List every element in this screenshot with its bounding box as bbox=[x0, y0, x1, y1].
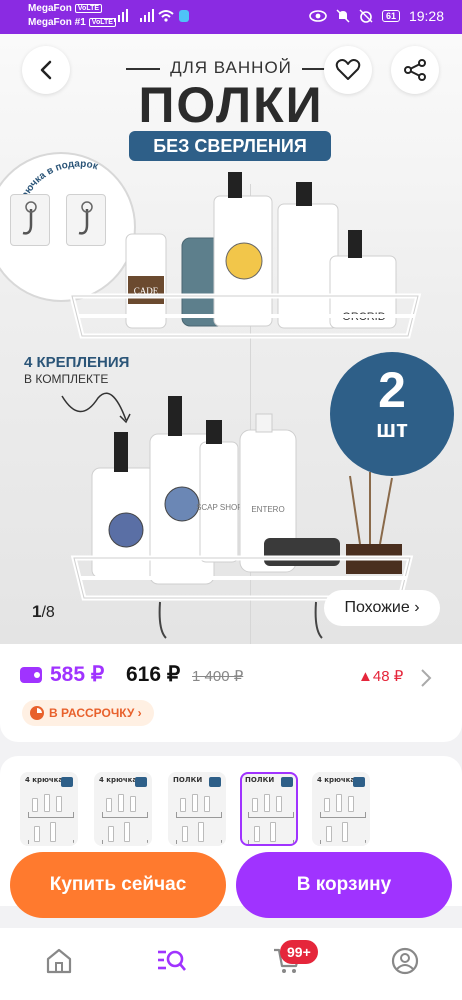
share-button[interactable] bbox=[391, 46, 439, 94]
thumbnail[interactable]: 4 крючка bbox=[94, 772, 152, 846]
promo-title: ПОЛКИ bbox=[138, 77, 324, 133]
status-right: 61 19:28 bbox=[309, 8, 444, 24]
add-to-cart-button[interactable]: В корзину bbox=[236, 852, 452, 918]
notification-icon bbox=[179, 10, 189, 22]
old-price: 1 400 ₽ bbox=[192, 668, 244, 685]
price-card: 585 ₽ 616 ₽ 1 400 ₽ ▲48 ₽ В РАССРОЧКУ › bbox=[0, 644, 462, 742]
wifi-icon bbox=[158, 10, 174, 22]
top-shelf-illustration: CADE ORCRID bbox=[68, 172, 422, 339]
clock: 19:28 bbox=[408, 8, 444, 24]
wallet-icon bbox=[20, 667, 42, 683]
thumbnail[interactable]: 4 крючка bbox=[312, 772, 370, 846]
promo-badge: БЕЗ СВЕРЛЕНИЯ bbox=[129, 131, 331, 161]
battery-indicator: 61 bbox=[381, 10, 400, 22]
product-image-carousel[interactable]: ДЛЯ ВАННОЙ ПОЛКИ БЕЗ СВЕРЛЕНИЯ 4 крючка … bbox=[0, 34, 462, 644]
heart-icon bbox=[335, 59, 361, 80]
bottom-nav: 99+ bbox=[0, 928, 462, 1000]
installment-label: В РАССРОЧКУ › bbox=[49, 706, 142, 720]
profile-icon[interactable] bbox=[390, 946, 420, 976]
mounts-title: 4 КРЕПЛЕНИЯ bbox=[24, 354, 130, 371]
buy-now-button[interactable]: Купить сейчас bbox=[10, 852, 226, 918]
thumbnail-selected[interactable]: ПОЛКИ bbox=[240, 772, 298, 846]
catalog-search-icon[interactable] bbox=[156, 946, 186, 976]
volte-badge: VoLTE bbox=[88, 18, 116, 27]
share-icon bbox=[404, 59, 426, 81]
back-button[interactable] bbox=[22, 46, 70, 94]
favorite-button[interactable] bbox=[324, 46, 372, 94]
carrier-2: MegaFon #1 VoLTE bbox=[28, 17, 116, 28]
card-price: 585 ₽ bbox=[50, 663, 105, 686]
home-icon[interactable] bbox=[44, 946, 74, 976]
regular-price: 616 ₽ bbox=[126, 663, 181, 686]
chevron-right-icon[interactable] bbox=[420, 668, 432, 688]
volte-badge: VoLTE bbox=[74, 4, 103, 13]
carrier-1: MegaFon VoLTE bbox=[28, 3, 103, 14]
alarm-icon bbox=[359, 9, 373, 23]
installment-button[interactable]: В РАССРОЧКУ › bbox=[22, 700, 154, 726]
cart-badge: 99+ bbox=[280, 940, 318, 964]
thumbnail[interactable]: 4 крючка bbox=[20, 772, 78, 846]
signal-icon bbox=[140, 9, 154, 22]
installment-icon bbox=[30, 706, 44, 720]
similar-button[interactable]: Похожие › bbox=[324, 590, 440, 626]
status-bar: MegaFon VoLTE MegaFon #1 VoLTE 61 19:28 bbox=[0, 0, 462, 34]
eye-icon bbox=[309, 10, 327, 22]
hook-image bbox=[10, 194, 50, 246]
price-drop[interactable]: ▲48 ₽ bbox=[358, 667, 403, 685]
signal-icon bbox=[114, 9, 128, 22]
thumbnail[interactable]: ПОЛКИ bbox=[168, 772, 226, 846]
chevron-left-icon bbox=[40, 60, 52, 80]
mute-icon bbox=[336, 9, 350, 23]
svg-text:ENTERO: ENTERO bbox=[251, 505, 284, 514]
image-counter: 1/8 bbox=[32, 602, 55, 621]
